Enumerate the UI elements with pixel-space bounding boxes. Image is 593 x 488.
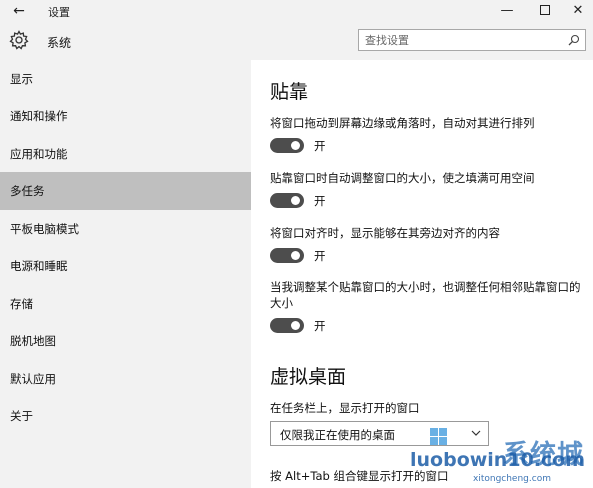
toggle-state-label: 开 [314, 139, 326, 153]
toggle-state-label: 开 [314, 194, 326, 208]
sidebar-item-power-sleep[interactable]: 电源和睡眠 [0, 247, 251, 285]
sidebar-item-label: 通知和操作 [10, 109, 68, 123]
toggle-state-label: 开 [314, 249, 326, 263]
toggle-knob [291, 141, 300, 150]
setting-label: 贴靠窗口时自动调整窗口的大小，使之填满可用空间 [270, 171, 535, 185]
sidebar-item-notifications[interactable]: 通知和操作 [0, 97, 251, 135]
page-title: 系统 [47, 36, 72, 50]
search-icon[interactable] [568, 34, 580, 46]
sidebar-item-label: 关于 [10, 409, 33, 423]
toggle-switch[interactable] [270, 193, 304, 208]
toggle-knob [291, 196, 300, 205]
taskbar-windows-label: 在任务栏上，显示打开的窗口 [270, 401, 420, 415]
section-title-virtual-desktops: 虚拟桌面 [270, 366, 347, 388]
sidebar-item-label: 默认应用 [10, 372, 56, 386]
setting-label: 将窗口拖动到屏幕边缘或角落时，自动对其进行排列 [270, 116, 535, 130]
minimize-button[interactable]: — [492, 0, 522, 22]
section-title-snap: 贴靠 [270, 81, 309, 103]
sidebar-item-display[interactable]: 显示 [0, 60, 251, 98]
window-title: 设置 [48, 6, 70, 19]
toggle-switch[interactable] [270, 138, 304, 153]
search-box[interactable] [358, 29, 586, 51]
sidebar-item-multitasking[interactable]: 多任务 [0, 172, 251, 210]
sidebar-item-label: 显示 [10, 72, 33, 86]
toggle-knob [291, 321, 300, 330]
sidebar-item-tablet-mode[interactable]: 平板电脑模式 [0, 210, 251, 248]
sidebar-item-default-apps[interactable]: 默认应用 [0, 360, 251, 398]
maximize-button[interactable] [530, 0, 560, 22]
sidebar: 显示 通知和操作 应用和功能 多任务 平板电脑模式 电源和睡眠 存储 脱机地图 … [0, 60, 251, 488]
setting-label: 当我调整某个贴靠窗口的大小时，也调整任何相邻贴靠窗口的大小 [270, 280, 581, 310]
search-input[interactable] [365, 30, 555, 50]
gear-icon [9, 30, 29, 50]
toggle-knob [291, 251, 300, 260]
sidebar-item-label: 存储 [10, 297, 33, 311]
back-arrow-icon: ← [13, 3, 25, 19]
sidebar-item-label: 应用和功能 [10, 147, 68, 161]
watermark-sub: xitongcheng.com [473, 474, 551, 484]
sidebar-item-label: 脱机地图 [10, 334, 56, 348]
dropdown-value: 仅限我正在使用的桌面 [280, 428, 395, 442]
maximize-icon [540, 4, 550, 15]
watermark-main: luobowin10.com [410, 449, 586, 471]
watermark: 系统城 luobowin10.com xitongcheng.com [410, 418, 593, 488]
title-bar: ← 设置 — ✕ [0, 0, 593, 22]
sidebar-item-storage[interactable]: 存储 [0, 285, 251, 323]
toggle-switch[interactable] [270, 318, 304, 333]
toggle-state-label: 开 [314, 319, 326, 333]
page-header: 系统 [0, 22, 593, 60]
back-button[interactable]: ← [8, 0, 30, 22]
setting-label: 将窗口对齐时，显示能够在其旁边对齐的内容 [270, 226, 500, 240]
sidebar-item-apps[interactable]: 应用和功能 [0, 135, 251, 173]
close-button[interactable]: ✕ [563, 0, 593, 22]
sidebar-item-about[interactable]: 关于 [0, 397, 251, 435]
sidebar-item-label: 平板电脑模式 [10, 222, 79, 236]
sidebar-item-label: 多任务 [10, 184, 45, 198]
sidebar-item-offline-maps[interactable]: 脱机地图 [0, 322, 251, 360]
sidebar-item-label: 电源和睡眠 [10, 259, 68, 273]
toggle-switch[interactable] [270, 248, 304, 263]
